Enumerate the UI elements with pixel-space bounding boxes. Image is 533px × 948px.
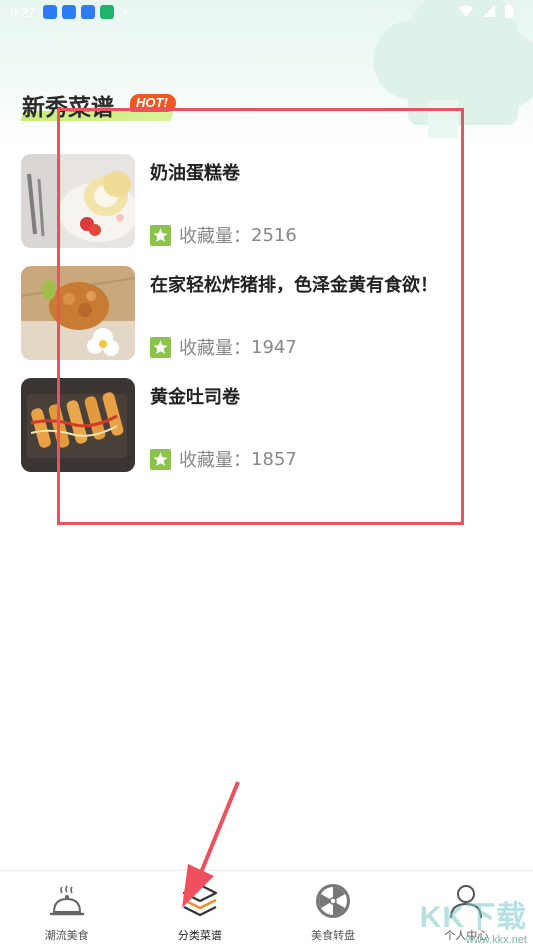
wheel-icon — [316, 884, 351, 918]
watermark-logo-text: KK下载 — [419, 901, 527, 934]
notification-app-icon — [100, 5, 115, 19]
star-icon — [150, 448, 171, 470]
favorites-label: 收藏量： — [179, 450, 251, 471]
battery-icon — [505, 4, 513, 18]
status-time: 9:27 — [10, 4, 36, 20]
more-notifications-dot — [123, 10, 128, 14]
toast-roll-photo — [21, 378, 135, 472]
hot-badge: HOT! — [130, 94, 176, 112]
recipe-list: 奶油蛋糕卷 收藏量： 2516 在家轻松炸猪排，色泽金黄有食欲！ 收藏量： 19… — [21, 154, 491, 490]
pointer-arrow-annotation — [182, 781, 240, 908]
nav-item-trending-food[interactable]: 潮流美食 — [0, 871, 133, 948]
favorites-label: 收藏量： — [179, 226, 251, 247]
nav-label: 潮流美食 — [44, 929, 89, 942]
recipe-title: 在家轻松炸猪排，色泽金黄有食欲！ — [150, 275, 438, 296]
fried-pork-cutlet-photo — [21, 266, 135, 360]
signal-icon — [483, 5, 495, 17]
recipe-title: 奶油蛋糕卷 — [150, 163, 240, 184]
section-title: 新秀菜谱 — [22, 95, 114, 121]
favorites-label: 收藏量： — [179, 338, 251, 359]
recipe-item[interactable]: 在家轻松炸猪排，色泽金黄有食欲！ 收藏量： 1947 — [21, 266, 491, 378]
favorites-row: 收藏量： 1857 — [150, 446, 297, 472]
nav-label: 分类菜谱 — [177, 929, 222, 942]
notification-app-icon — [62, 5, 77, 19]
favorites-row: 收藏量： 2516 — [150, 222, 297, 248]
cake-roll-photo — [21, 154, 135, 248]
nav-item-food-wheel[interactable]: 美食转盘 — [267, 871, 400, 948]
favorites-count: 1857 — [251, 448, 297, 470]
watermark: KK下载 www.kkx.net — [410, 890, 533, 948]
status-bar: 9:27 — [0, 0, 533, 24]
notification-app-icon — [43, 5, 58, 19]
star-icon — [150, 224, 171, 246]
notification-app-icon — [81, 5, 96, 19]
wifi-icon — [459, 5, 473, 17]
recipe-item[interactable]: 黄金吐司卷 收藏量： 1857 — [21, 378, 491, 490]
favorites-count: 2516 — [251, 224, 297, 246]
recipe-item[interactable]: 奶油蛋糕卷 收藏量： 2516 — [21, 154, 491, 266]
watermark-url: www.kkx.net — [465, 934, 527, 946]
recipe-title: 黄金吐司卷 — [150, 387, 240, 408]
cloche-icon — [49, 885, 84, 916]
nav-label: 美食转盘 — [311, 929, 356, 942]
favorites-row: 收藏量： 1947 — [150, 334, 297, 360]
star-icon — [150, 336, 171, 358]
favorites-count: 1947 — [251, 336, 297, 358]
